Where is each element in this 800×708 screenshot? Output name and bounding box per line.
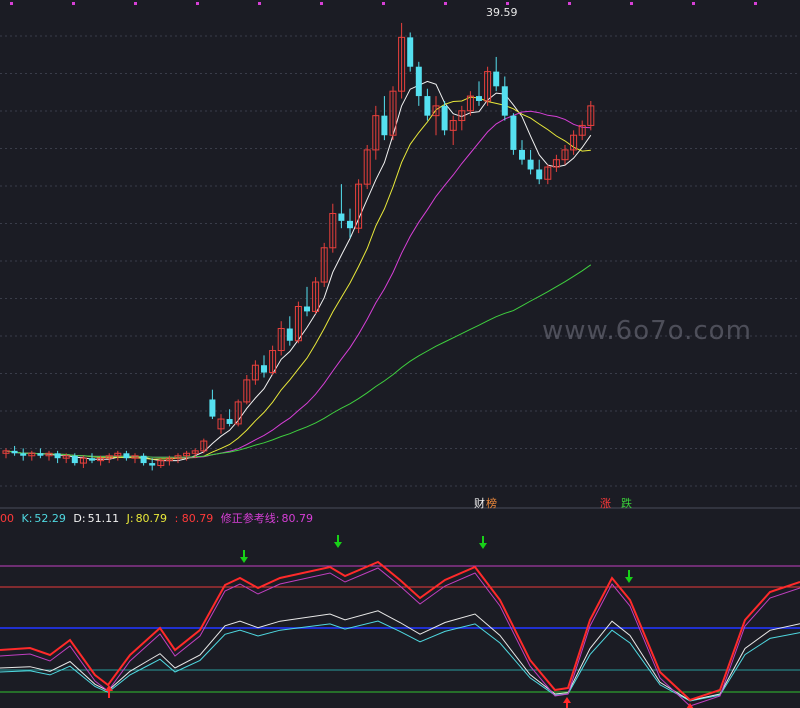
k-value: 52.29 <box>34 512 66 525</box>
candle-body <box>527 159 534 170</box>
candle-body <box>510 115 517 150</box>
watermark-text: www.6o7o.com <box>542 316 752 346</box>
top-marker <box>692 2 695 5</box>
k-line <box>0 610 800 702</box>
candle-body <box>424 96 431 116</box>
tag-caiwu[interactable]: 财 <box>474 495 485 511</box>
candle-body <box>407 37 414 67</box>
top-marker <box>568 2 571 5</box>
d-value: 51.11 <box>87 512 120 525</box>
candle-body <box>140 455 147 464</box>
candle-body <box>347 220 353 229</box>
candlesticks <box>2 22 595 471</box>
candle-body <box>11 450 18 454</box>
kdj-reference-lines <box>0 565 800 693</box>
candle-body <box>226 419 233 424</box>
indicator-prefix: 00 <box>0 512 14 525</box>
moving-average-lines <box>5 80 592 462</box>
fix-value: 80.79 <box>281 512 313 525</box>
fix-reference-line <box>0 567 800 707</box>
candle-body <box>123 453 130 459</box>
down-arrow-head <box>334 542 342 548</box>
candle-body <box>476 96 482 101</box>
fix-label: 修正参考线: <box>220 512 280 525</box>
candle-body <box>536 169 543 180</box>
peak-price-label: 39.59 <box>486 6 518 19</box>
candle-body <box>261 365 267 373</box>
candle-body <box>71 455 78 464</box>
kdj-signal-markers <box>105 535 694 708</box>
ma20-line <box>5 110 591 459</box>
candle-body <box>54 453 61 459</box>
ma10-line <box>5 96 591 460</box>
up-arrow-head <box>563 697 571 703</box>
d-line <box>0 620 800 702</box>
candle-body <box>338 213 345 221</box>
down-arrow-head <box>479 543 487 549</box>
d-label: D: <box>73 512 86 525</box>
indicator-bar: 00 K: 52.29 D: 51.11 J: 80.79 : 80.79 修正参考线… <box>0 510 800 528</box>
tag-die[interactable]: 跌 <box>621 495 632 511</box>
top-marker <box>444 2 447 5</box>
top-marker <box>320 2 323 5</box>
stock-chart <box>0 2 800 708</box>
candle-body <box>441 105 448 131</box>
candle-body <box>304 306 310 312</box>
top-marker <box>382 2 385 5</box>
top-marker <box>196 2 199 5</box>
candle-body <box>501 86 508 116</box>
candle-body <box>89 458 95 461</box>
down-arrow-head <box>625 577 633 583</box>
ma5-line <box>5 80 592 462</box>
j-value: 80.79 <box>135 512 168 525</box>
candle-body <box>519 149 525 160</box>
tag-bang[interactable]: 榜 <box>486 495 497 511</box>
down-arrow-head <box>240 557 248 563</box>
price-grid <box>0 2 800 509</box>
top-marker <box>10 2 13 5</box>
ma60-line <box>5 264 592 458</box>
top-marker <box>506 2 509 5</box>
candle-body <box>37 453 44 456</box>
kdj-lines <box>0 560 800 707</box>
candle-body <box>286 328 293 341</box>
extra-value: : 80.79 <box>174 512 214 525</box>
top-marker <box>258 2 261 5</box>
candle-body <box>493 71 500 87</box>
candle-body <box>149 463 156 466</box>
top-marker <box>72 2 75 5</box>
tag-zhang[interactable]: 涨 <box>600 495 611 511</box>
top-marker <box>134 2 137 5</box>
top-marker <box>630 2 633 5</box>
j-label: J: <box>126 512 134 525</box>
top-marker <box>754 2 757 5</box>
candle-body <box>415 66 422 97</box>
k-label: K: <box>21 512 33 525</box>
candle-body <box>209 399 216 417</box>
candle-body <box>381 115 388 136</box>
candle-body <box>20 453 27 456</box>
